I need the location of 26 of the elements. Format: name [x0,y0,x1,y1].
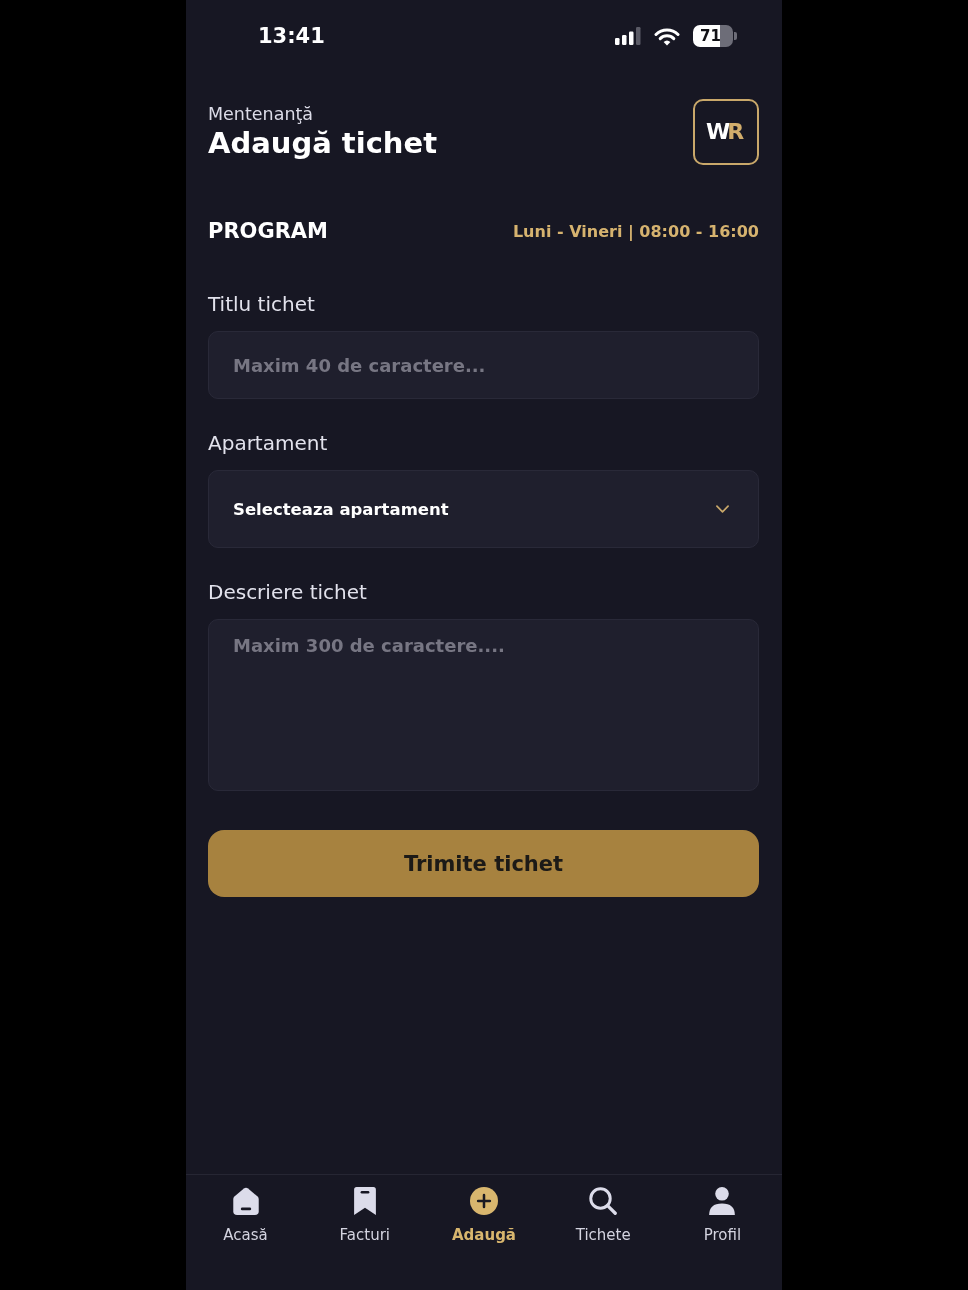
person-icon [708,1187,737,1215]
search-icon [589,1187,618,1215]
field-label: Titlu tichet [208,291,316,317]
schedule-hours: Luni - Vineri | 08:00 - 16:00 [512,221,759,241]
page-subtitle: Mentenanţă [208,103,315,125]
battery-percent: 71 [700,28,721,44]
chevron-down-icon [716,505,729,513]
home-icon [231,1187,260,1215]
field-label: Descriere tichet [208,579,368,605]
tab-item[interactable]: Tichete [571,1175,635,1244]
field-label: Apartament [208,430,329,456]
status-time: 13:41 [258,24,325,48]
wifi-icon [654,26,680,46]
apartment-select[interactable]: Selecteaza apartament [208,470,759,548]
description-textarea[interactable]: Maxim 300 de caractere.... [208,619,759,791]
submit-button[interactable]: Trimite tichet [208,830,759,897]
page-title: Adaugă tichet [208,125,437,161]
tab-item[interactable]: Adaugă [448,1175,520,1244]
tab-item[interactable]: Profil [699,1175,746,1244]
add-icon [470,1187,498,1215]
logo-letter: W [705,120,731,144]
schedule-heading: PROGRAM [208,219,328,243]
title-input[interactable]: Maxim 40 de caractere... [208,331,759,399]
signal-icon [615,27,641,45]
tab-item[interactable]: Acasă [219,1175,272,1244]
tab-item[interactable]: Facturi [335,1175,394,1244]
